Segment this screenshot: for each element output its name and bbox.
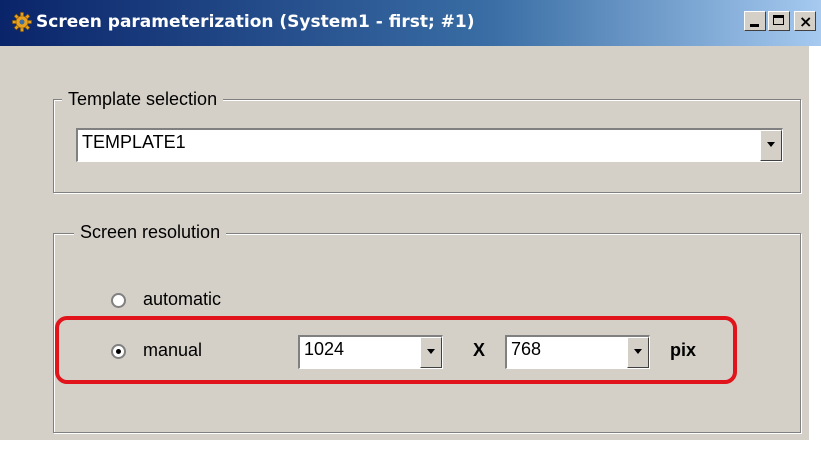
title-bar[interactable]: Screen parameterization (System1 - first… (0, 0, 821, 46)
maximize-button[interactable] (768, 11, 790, 31)
window-bottom-edge (0, 440, 821, 449)
template-selection-legend: Template selection (62, 89, 224, 110)
close-icon: × (799, 12, 813, 31)
maximize-icon (773, 15, 784, 25)
minimize-button[interactable] (744, 11, 766, 31)
close-button[interactable]: × (794, 11, 816, 31)
automatic-label[interactable]: automatic (143, 289, 221, 310)
highlight-annotation (55, 316, 737, 384)
template-select-value: TEMPLATE1 (82, 132, 186, 152)
template-select[interactable]: TEMPLATE1 (76, 128, 783, 162)
gear-icon (12, 12, 32, 32)
chevron-down-icon (767, 142, 775, 147)
template-dropdown-button[interactable] (760, 130, 782, 161)
screen-resolution-legend: Screen resolution (74, 222, 227, 243)
window-right-edge (809, 46, 821, 449)
minimize-icon (750, 24, 759, 27)
window-title: Screen parameterization (System1 - first… (36, 12, 475, 32)
automatic-radio[interactable] (111, 293, 126, 308)
dialog-window: Screen parameterization (System1 - first… (0, 0, 821, 449)
